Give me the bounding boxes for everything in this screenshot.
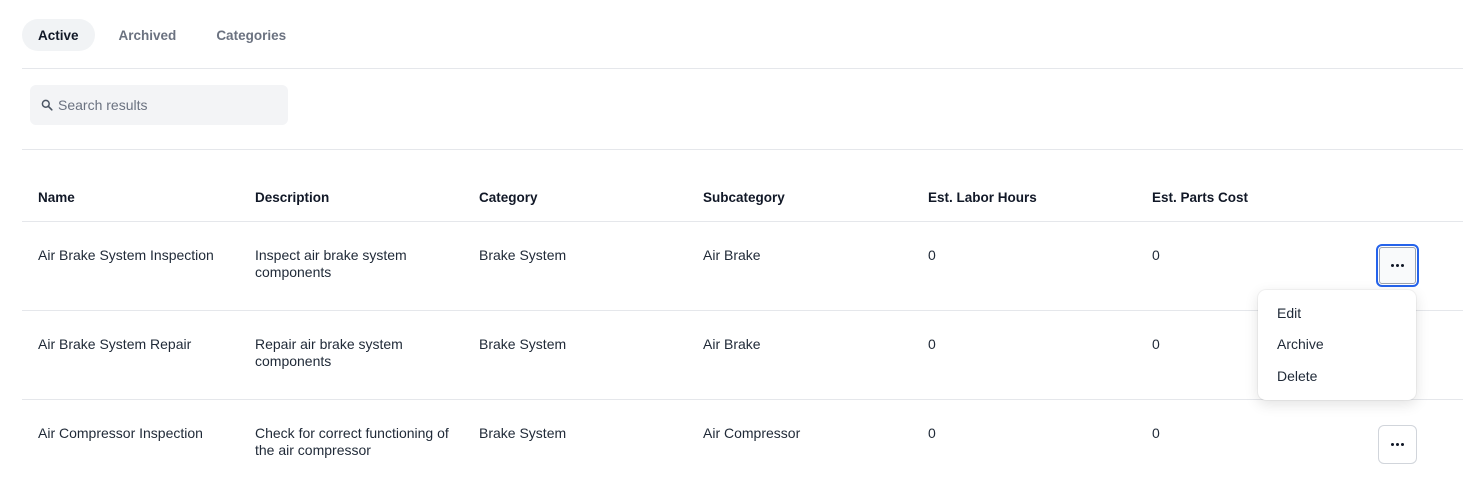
cell-subcategory: Air Compressor [703, 425, 801, 441]
table-row[interactable]: Air Compressor Inspection Check for corr… [22, 400, 1463, 480]
column-header-labor-hours[interactable]: Est. Labor Hours [928, 190, 1128, 205]
search-divider [22, 149, 1463, 150]
column-header-name[interactable]: Name [38, 190, 253, 205]
more-horizontal-icon [1391, 264, 1404, 267]
cell-name: Air Brake System Inspection [38, 247, 214, 263]
menu-item-edit[interactable]: Edit [1258, 297, 1416, 329]
row-actions-menu: Edit Archive Delete [1258, 290, 1416, 400]
column-header-category[interactable]: Category [479, 190, 679, 205]
cell-category: Brake System [479, 247, 567, 263]
row-actions-button[interactable] [1376, 244, 1419, 287]
cell-labor-hours: 0 [928, 425, 936, 441]
cell-parts-cost: 0 [1152, 425, 1160, 441]
tab-archived[interactable]: Archived [103, 19, 193, 51]
services-page: Active Archived Categories Name Descript… [0, 0, 1463, 480]
cell-subcategory: Air Brake [703, 247, 761, 263]
search-input[interactable] [58, 97, 278, 113]
cell-description: Repair air brake system components [255, 336, 403, 369]
column-header-description[interactable]: Description [255, 190, 460, 205]
services-table: Name Description Category Subcategory Es… [22, 174, 1463, 480]
table-row[interactable]: Air Brake System Inspection Inspect air … [22, 222, 1463, 311]
column-header-parts-cost[interactable]: Est. Parts Cost [1152, 190, 1352, 205]
search-icon [40, 99, 53, 112]
cell-name: Air Compressor Inspection [38, 425, 203, 441]
cell-name: Air Brake System Repair [38, 336, 192, 352]
tab-active[interactable]: Active [22, 19, 95, 51]
search-box[interactable] [30, 85, 288, 125]
cell-category: Brake System [479, 336, 567, 352]
cell-description: Inspect air brake system components [255, 247, 407, 280]
more-horizontal-icon [1391, 443, 1404, 446]
cell-description: Check for correct functioning of the air… [255, 425, 449, 458]
tab-bar: Active Archived Categories [22, 19, 310, 51]
cell-labor-hours: 0 [928, 336, 936, 352]
row-actions-button[interactable] [1378, 425, 1417, 464]
cell-labor-hours: 0 [928, 247, 936, 263]
table-header: Name Description Category Subcategory Es… [22, 174, 1463, 222]
cell-category: Brake System [479, 425, 567, 441]
table-row[interactable]: Air Brake System Repair Repair air brake… [22, 311, 1463, 400]
menu-item-delete[interactable]: Delete [1258, 360, 1416, 392]
cell-parts-cost: 0 [1152, 247, 1160, 263]
column-header-subcategory[interactable]: Subcategory [703, 190, 903, 205]
cell-subcategory: Air Brake [703, 336, 761, 352]
menu-item-archive[interactable]: Archive [1258, 329, 1416, 361]
tabs-divider [22, 68, 1463, 69]
tab-categories[interactable]: Categories [200, 19, 302, 51]
